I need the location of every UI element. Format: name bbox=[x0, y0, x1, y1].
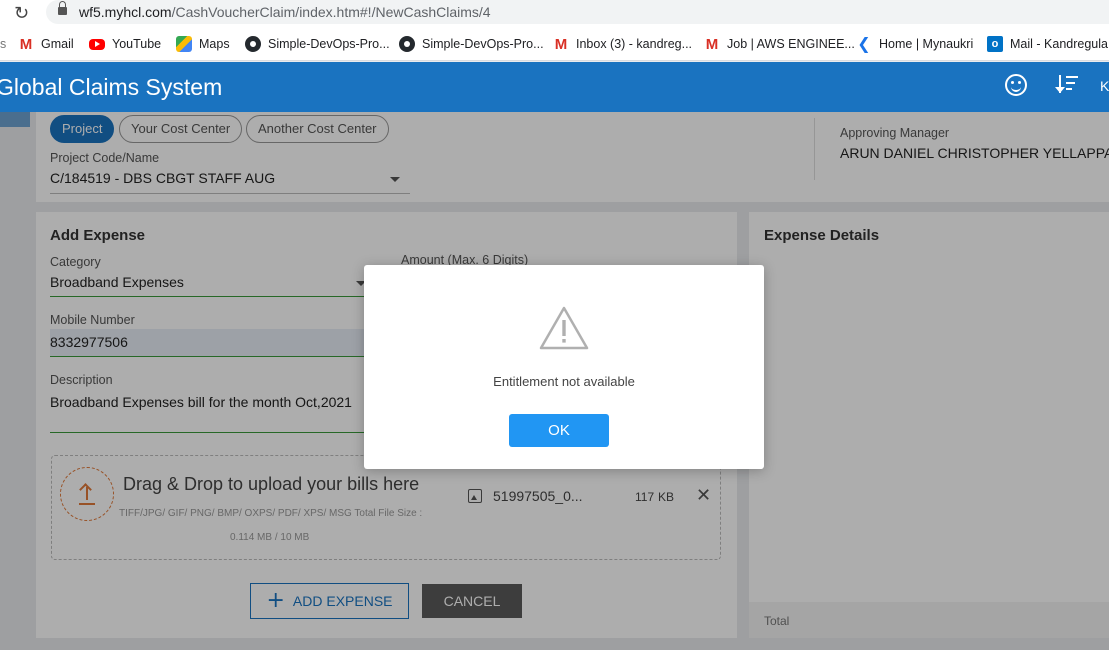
bookmark-gmail[interactable]: M Gmail bbox=[18, 35, 74, 53]
youtube-icon bbox=[89, 38, 105, 50]
alert-dialog: Entitlement not available OK bbox=[364, 265, 764, 469]
browser-address-bar: ↻ wf5.myhcl.com/CashVoucherClaim/index.h… bbox=[0, 0, 1109, 26]
bookmark-maps[interactable]: Maps bbox=[176, 35, 230, 53]
feedback-smiley-icon[interactable] bbox=[1005, 74, 1027, 96]
bookmark-github-1[interactable]: Simple-DevOps-Pro... bbox=[245, 35, 390, 53]
url-text: wf5.myhcl.com/CashVoucherClaim/index.htm… bbox=[79, 4, 491, 20]
bookmark-youtube[interactable]: YouTube bbox=[89, 35, 161, 53]
warning-icon bbox=[539, 306, 589, 350]
gmail-icon: M bbox=[554, 35, 568, 53]
naukri-icon: ❮ bbox=[857, 36, 871, 53]
sort-icon[interactable] bbox=[1055, 75, 1079, 95]
bookmarks-bar: s M Gmail YouTube Maps Simple-DevOps-Pro.… bbox=[0, 26, 1109, 61]
maps-icon bbox=[176, 36, 192, 52]
bookmark-inbox[interactable]: M Inbox (3) - kandreg... bbox=[553, 35, 692, 53]
user-avatar[interactable]: K bbox=[1100, 78, 1109, 94]
ok-button[interactable]: OK bbox=[509, 414, 609, 447]
bookmark-overflow[interactable]: s bbox=[0, 35, 6, 53]
gmail-icon: M bbox=[705, 35, 719, 53]
app-title: Global Claims System bbox=[0, 74, 223, 100]
bookmark-outlook[interactable]: o Mail - Kandregula bbox=[987, 35, 1108, 53]
lock-icon bbox=[58, 1, 67, 16]
bookmark-naukri[interactable]: ❮ Home | Mynaukri bbox=[856, 35, 973, 53]
bookmark-github-2[interactable]: Simple-DevOps-Pro... bbox=[399, 35, 544, 53]
url-field[interactable]: wf5.myhcl.com/CashVoucherClaim/index.htm… bbox=[46, 0, 1109, 24]
gmail-icon: M bbox=[19, 35, 33, 53]
outlook-icon: o bbox=[987, 36, 1003, 52]
app-header: Global Claims System bbox=[0, 62, 1109, 112]
bookmark-job[interactable]: M Job | AWS ENGINEE... bbox=[704, 35, 855, 53]
alert-message: Entitlement not available bbox=[493, 374, 635, 389]
github-icon bbox=[399, 36, 415, 52]
reload-icon[interactable]: ↻ bbox=[14, 3, 29, 24]
github-icon bbox=[245, 36, 261, 52]
